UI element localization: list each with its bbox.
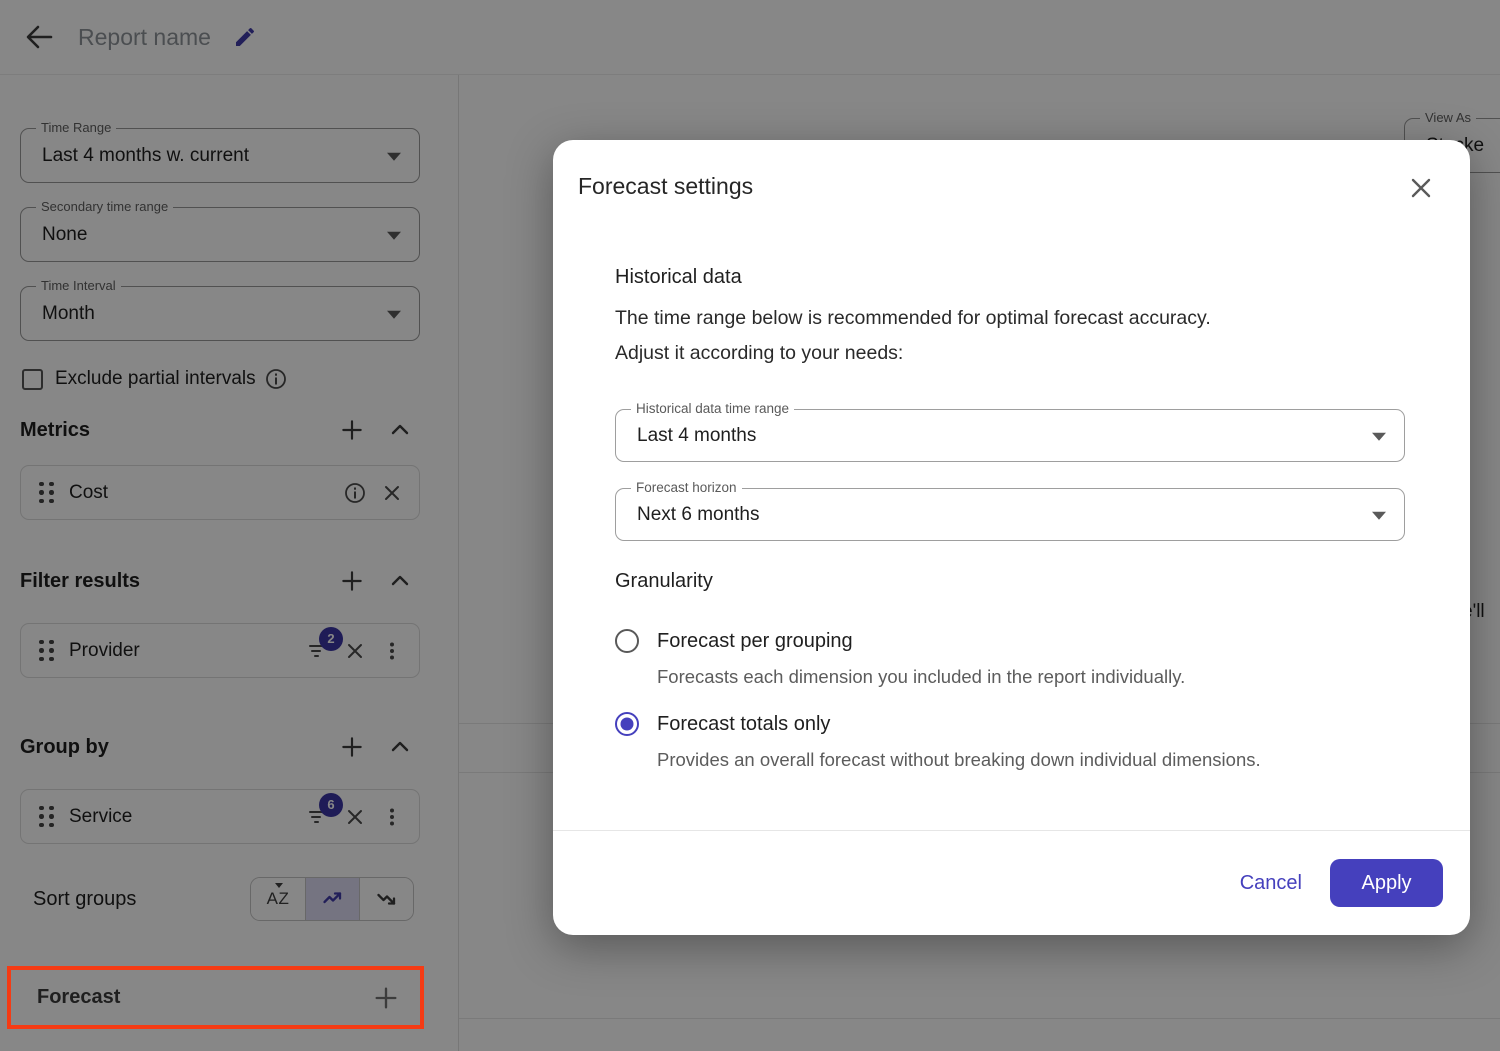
- dropdown-arrow-icon: [1372, 511, 1386, 519]
- forecast-horizon-select[interactable]: Forecast horizon Next 6 months: [615, 488, 1405, 541]
- option-description: Forecasts each dimension you included in…: [657, 666, 1185, 688]
- add-forecast-button[interactable]: [372, 984, 400, 1012]
- dialog-footer: Cancel Apply: [553, 830, 1470, 935]
- forecast-settings-dialog: Forecast settings Historical data The ti…: [553, 140, 1470, 935]
- granularity-heading: Granularity: [615, 570, 713, 593]
- forecast-section-title: Forecast: [37, 986, 372, 1009]
- dialog-title: Forecast settings: [578, 173, 753, 200]
- historical-data-heading: Historical data: [615, 266, 742, 289]
- option-description: Provides an overall forecast without bre…: [657, 749, 1261, 771]
- description-line-1: The time range below is recommended for …: [615, 301, 1211, 336]
- historical-data-description: The time range below is recommended for …: [615, 301, 1211, 371]
- option-forecast-totals-only: Forecast totals only Provides an overall…: [615, 712, 1261, 771]
- historical-time-range-value: Last 4 months: [637, 425, 756, 447]
- option-forecast-per-grouping: Forecast per grouping Forecasts each dim…: [615, 629, 1185, 688]
- radio-selected-icon[interactable]: [615, 712, 639, 736]
- option-label[interactable]: Forecast totals only: [657, 713, 830, 736]
- dropdown-arrow-icon: [1372, 432, 1386, 440]
- close-x-icon[interactable]: [1406, 173, 1436, 203]
- historical-data-time-range-select[interactable]: Historical data time range Last 4 months: [615, 409, 1405, 462]
- forecast-horizon-label: Forecast horizon: [631, 480, 742, 495]
- apply-button[interactable]: Apply: [1330, 859, 1443, 907]
- cancel-button[interactable]: Cancel: [1240, 872, 1302, 895]
- radio-unselected-icon[interactable]: [615, 629, 639, 653]
- description-line-2: Adjust it according to your needs:: [615, 336, 1211, 371]
- forecast-section-annotation: Forecast: [7, 966, 424, 1029]
- historical-time-range-label: Historical data time range: [631, 401, 794, 416]
- app-root: Report name Time Range Last 4 months w. …: [0, 0, 1500, 1051]
- option-label[interactable]: Forecast per grouping: [657, 630, 853, 653]
- forecast-horizon-value: Next 6 months: [637, 504, 760, 526]
